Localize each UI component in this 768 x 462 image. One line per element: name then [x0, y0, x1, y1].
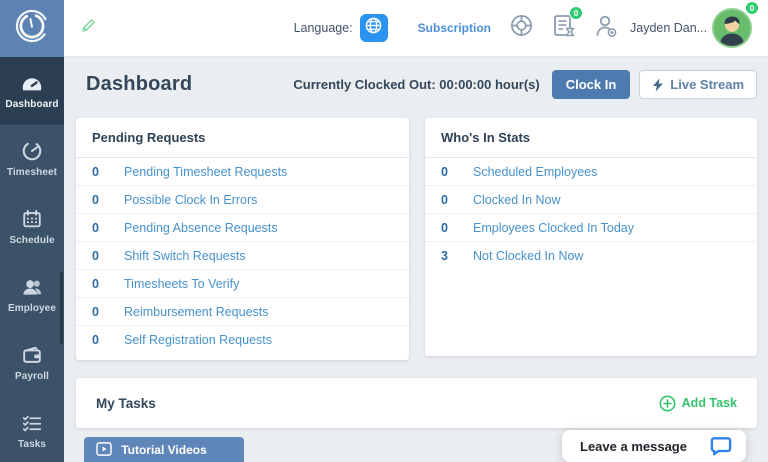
- bolt-icon: [652, 78, 664, 92]
- stat-count: 0: [92, 304, 99, 319]
- pending-row-absence[interactable]: 0 Pending Absence Requests: [76, 214, 409, 242]
- pending-requests-panel: Pending Requests 0 Pending Timesheet Req…: [76, 118, 409, 360]
- stat-link[interactable]: Clocked In Now: [473, 193, 561, 207]
- page-title: Dashboard: [86, 73, 193, 95]
- stats-row-clocked-in-today[interactable]: 0 Employees Clocked In Today: [425, 214, 757, 242]
- help-button[interactable]: [509, 13, 534, 43]
- app-window: Dashboard Timesheet Schedule Employee Pa…: [0, 0, 768, 462]
- stat-link[interactable]: Reimbursement Requests: [124, 305, 269, 319]
- sidebar-item-label: Schedule: [9, 235, 55, 246]
- add-employee-button[interactable]: [594, 13, 618, 44]
- live-stream-label: Live Stream: [670, 77, 744, 92]
- pending-row-clock-errors[interactable]: 0 Possible Clock In Errors: [76, 186, 409, 214]
- sidebar-item-payroll[interactable]: Payroll: [0, 329, 64, 397]
- language-globe-button[interactable]: [359, 14, 388, 42]
- pending-row-reimbursement[interactable]: 0 Reimbursement Requests: [76, 298, 409, 326]
- lifering-icon: [509, 13, 534, 43]
- stat-link[interactable]: Not Clocked In Now: [473, 249, 583, 263]
- notification-badge: 0: [569, 5, 583, 20]
- stat-link[interactable]: Pending Absence Requests: [124, 221, 278, 235]
- stat-link[interactable]: Timesheets To Verify: [124, 277, 239, 291]
- stat-link[interactable]: Pending Timesheet Requests: [124, 165, 287, 179]
- sidebar-item-dashboard[interactable]: Dashboard: [0, 57, 64, 125]
- clock-logo-icon: [13, 7, 51, 50]
- header-actions: Language: Subscription 0 Jayden Dan... 0: [293, 1, 768, 48]
- pending-row-self-registration[interactable]: 0 Self Registration Requests: [76, 326, 409, 354]
- stat-count: 0: [441, 192, 448, 207]
- stat-count: 0: [92, 276, 99, 291]
- page-titlebar: Dashboard Currently Clocked Out: 00:00:0…: [64, 57, 768, 112]
- stat-link[interactable]: Self Registration Requests: [124, 333, 272, 347]
- pending-documents-button[interactable]: 0: [552, 5, 583, 44]
- panel-title: Pending Requests: [76, 118, 409, 158]
- panel-title: Who's In Stats: [425, 118, 757, 158]
- stat-link[interactable]: Possible Clock In Errors: [124, 193, 257, 207]
- wallet-icon: [21, 344, 43, 366]
- tutorial-videos-label: Tutorial Videos: [121, 442, 207, 457]
- stats-row-not-clocked-in[interactable]: 3 Not Clocked In Now: [425, 242, 757, 270]
- user-avatar[interactable]: 0: [712, 1, 759, 48]
- app-logo[interactable]: [0, 0, 64, 57]
- edit-pencil-icon[interactable]: [80, 17, 97, 39]
- stat-count: 0: [92, 220, 99, 235]
- subscription-link[interactable]: Subscription: [418, 21, 491, 35]
- video-icon: [96, 442, 112, 459]
- clock-in-button[interactable]: Clock In: [551, 70, 631, 99]
- sidebar-item-label: Timesheet: [6, 167, 58, 178]
- chat-launcher[interactable]: Leave a message: [562, 430, 746, 462]
- chat-bubble-icon: [710, 436, 732, 456]
- language-label: Language:: [293, 21, 353, 35]
- whos-in-stats-panel: Who's In Stats 0 Scheduled Employees 0 C…: [425, 118, 757, 356]
- pending-row-timesheet[interactable]: 0 Pending Timesheet Requests: [76, 158, 409, 186]
- top-header: Language: Subscription 0 Jayden Dan... 0: [64, 0, 768, 57]
- sidebar-scrollbar[interactable]: [60, 272, 63, 344]
- live-stream-button[interactable]: Live Stream: [639, 70, 757, 99]
- add-task-button[interactable]: Add Task: [659, 395, 737, 412]
- globe-icon: [364, 16, 383, 40]
- stat-link[interactable]: Scheduled Employees: [473, 165, 597, 179]
- checklist-icon: [21, 412, 43, 434]
- add-task-label: Add Task: [681, 396, 737, 410]
- pending-row-shift-switch[interactable]: 0 Shift Switch Requests: [76, 242, 409, 270]
- people-icon: [21, 276, 44, 298]
- avatar-image: [712, 8, 752, 48]
- sidebar-item-label: Employee: [7, 303, 57, 314]
- stat-count: 0: [441, 220, 448, 235]
- stat-count: 3: [441, 249, 448, 263]
- stats-row-scheduled[interactable]: 0 Scheduled Employees: [425, 158, 757, 186]
- tutorial-videos-button[interactable]: Tutorial Videos: [84, 437, 244, 462]
- my-tasks-title: My Tasks: [96, 395, 156, 411]
- clock-status-text: Currently Clocked Out: 00:00:00 hour(s): [293, 77, 540, 92]
- user-name[interactable]: Jayden Dan...: [630, 21, 707, 35]
- stat-count: 0: [92, 164, 99, 179]
- person-plus-icon: [594, 13, 618, 44]
- sidebar: Dashboard Timesheet Schedule Employee Pa…: [0, 0, 64, 462]
- sidebar-item-tasks[interactable]: Tasks: [0, 397, 64, 462]
- sidebar-item-label: Tasks: [17, 439, 47, 450]
- chat-message-label: Leave a message: [580, 438, 687, 454]
- pending-row-verify[interactable]: 0 Timesheets To Verify: [76, 270, 409, 298]
- sidebar-item-employee[interactable]: Employee: [0, 261, 64, 329]
- stats-row-clocked-in-now[interactable]: 0 Clocked In Now: [425, 186, 757, 214]
- sidebar-item-label: Dashboard: [5, 99, 59, 110]
- stat-count: 0: [441, 164, 448, 179]
- stat-count: 0: [92, 333, 99, 347]
- my-tasks-panel: My Tasks Add Task: [76, 378, 757, 428]
- calendar-icon: [21, 208, 43, 230]
- sidebar-item-label: Payroll: [14, 371, 50, 382]
- stat-count: 0: [92, 192, 99, 207]
- stat-link[interactable]: Employees Clocked In Today: [473, 221, 634, 235]
- avatar-badge: 0: [745, 1, 759, 15]
- titlebar-actions: Currently Clocked Out: 00:00:00 hour(s) …: [293, 70, 768, 99]
- plus-circle-icon: [659, 395, 676, 412]
- sidebar-item-timesheet[interactable]: Timesheet: [0, 125, 64, 193]
- sidebar-item-schedule[interactable]: Schedule: [0, 193, 64, 261]
- stat-count: 0: [92, 248, 99, 263]
- gauge-icon: [20, 72, 44, 94]
- stat-link[interactable]: Shift Switch Requests: [124, 249, 246, 263]
- clock-icon: [21, 140, 43, 162]
